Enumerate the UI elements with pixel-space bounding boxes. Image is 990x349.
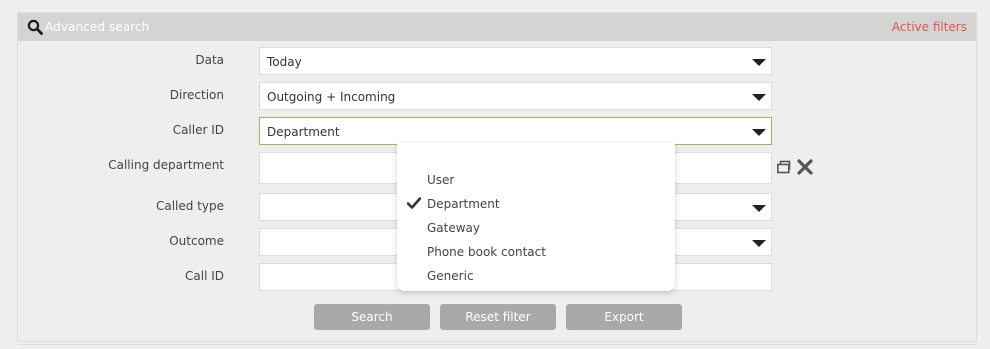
dropdown-option-phone-book-contact[interactable]: Phone book contact <box>427 245 546 259</box>
data-select-value: Today <box>267 55 302 69</box>
chevron-down-icon <box>752 129 766 136</box>
data-select[interactable]: Today <box>259 47 772 75</box>
data-label: Data <box>195 53 224 67</box>
panel-title: Advanced search <box>45 20 150 34</box>
direction-label: Direction <box>169 88 224 102</box>
caller-id-select[interactable]: Department <box>259 117 772 145</box>
chevron-down-icon <box>752 205 766 212</box>
chevron-down-icon <box>752 240 766 247</box>
chevron-down-icon <box>752 59 766 66</box>
close-icon[interactable] <box>797 159 813 175</box>
search-button[interactable]: Search <box>314 304 430 330</box>
caller-id-dropdown: User Department Gateway Phone book conta… <box>397 143 675 291</box>
active-filters-link[interactable]: Active filters <box>892 20 967 34</box>
dropdown-option-department[interactable]: Department <box>427 197 500 211</box>
field-actions <box>777 159 813 175</box>
direction-select-value: Outgoing + Incoming <box>267 90 396 104</box>
chevron-down-icon <box>752 94 766 101</box>
reset-filter-button[interactable]: Reset filter <box>440 304 556 330</box>
search-icon <box>27 19 43 35</box>
export-button[interactable]: Export <box>566 304 682 330</box>
calling-department-label: Calling department <box>108 158 224 172</box>
caller-id-label: Caller ID <box>172 123 224 137</box>
call-id-label: Call ID <box>185 269 224 283</box>
called-type-label: Called type <box>155 199 224 213</box>
outcome-label: Outcome <box>169 234 224 248</box>
divider <box>18 344 976 345</box>
copy-icon[interactable] <box>777 160 791 174</box>
caller-id-select-value: Department <box>267 125 340 139</box>
advanced-search-panel: Advanced search Active filters Data Toda… <box>17 12 977 345</box>
panel-header[interactable]: Advanced search Active filters <box>18 13 976 41</box>
dropdown-option-gateway[interactable]: Gateway <box>427 221 480 235</box>
dropdown-option-generic[interactable]: Generic <box>427 269 474 283</box>
direction-select[interactable]: Outgoing + Incoming <box>259 82 772 110</box>
check-icon <box>407 197 421 209</box>
dropdown-option-user[interactable]: User <box>427 173 454 187</box>
